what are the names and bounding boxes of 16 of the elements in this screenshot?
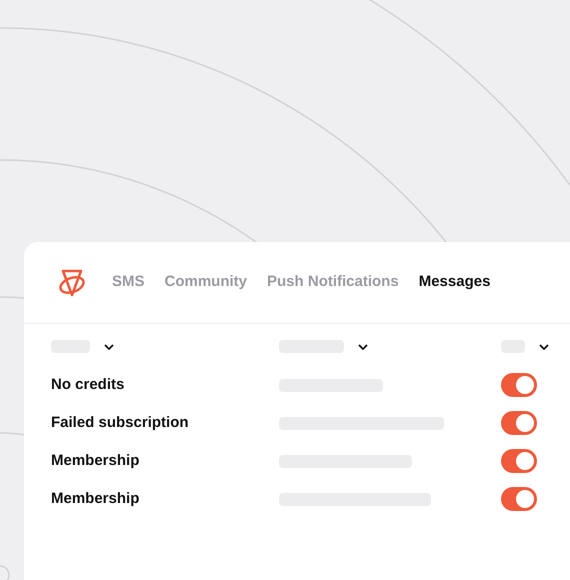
tab[interactable]: Community [164, 271, 248, 294]
row-label: Failed subscription [51, 412, 190, 433]
toggle-switch[interactable] [501, 449, 537, 473]
row-label: Membership [51, 450, 140, 471]
chevron-down-icon[interactable] [104, 344, 114, 350]
toggle-switch[interactable] [501, 373, 537, 397]
row-label: No credits [51, 374, 126, 395]
toggle-switch[interactable] [501, 411, 537, 435]
row-label: Membership [51, 488, 140, 509]
tab[interactable]: Push Notifications [267, 271, 399, 294]
toggle-switch[interactable] [501, 487, 537, 511]
tab[interactable]: Messages [418, 271, 490, 294]
tab[interactable]: SMS [112, 271, 145, 294]
logo-icon [58, 268, 86, 298]
chevron-down-icon[interactable] [539, 344, 549, 350]
chevron-down-icon[interactable] [358, 344, 368, 350]
